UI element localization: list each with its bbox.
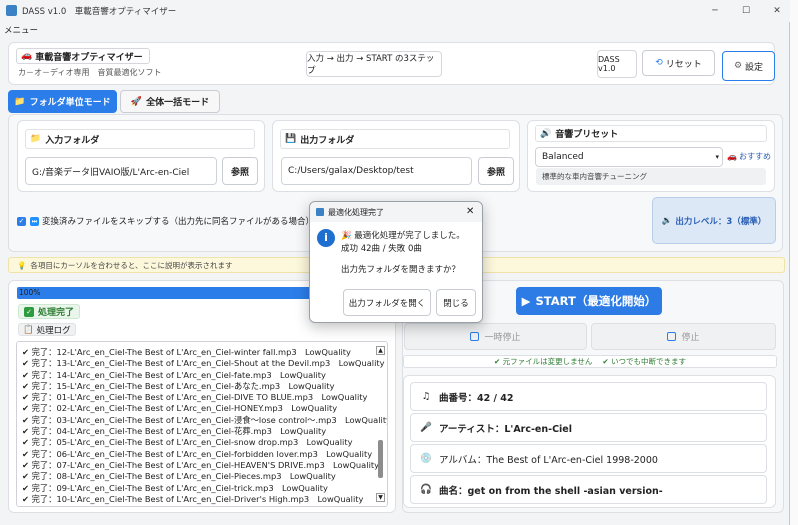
log-label: 📋 処理ログ	[18, 323, 76, 336]
preset-select[interactable]: Balanced ▾	[535, 147, 723, 167]
dialog-app-icon	[316, 208, 324, 216]
log-line: ✔ 完了：01-L'Arc_en_Ciel-The Best of L'Arc_…	[22, 392, 368, 403]
app-subtitle: カ－オ－ディオ専用 音質最適化ソフト	[18, 68, 162, 77]
gear-icon: ⚙	[733, 61, 743, 71]
app-name: 車載音響オプティマイザー	[35, 52, 143, 63]
headphones-icon: 🎧	[420, 484, 432, 495]
log-scrollbar[interactable]: ▲ ▼	[376, 346, 385, 502]
window-title: DASS v1.0 車載音響オプティマイザー	[22, 7, 177, 17]
tab-folder-mode[interactable]: 📁 フォルダ単位モード	[8, 90, 117, 113]
log-line: ✔ 完了：08-L'Arc_en_Ciel-The Best of L'Arc_…	[22, 471, 336, 482]
log-line: ✔ 完了：15-L'Arc_en_Ciel-The Best of L'Arc_…	[22, 380, 335, 391]
dialog-message-3: 出力先フォルダを開きますか？	[341, 265, 461, 275]
menu-bar[interactable]: メニュー	[4, 24, 38, 36]
maximize-icon[interactable]: ☐	[731, 3, 761, 19]
title-bar: DASS v1.0 車載音響オプティマイザー ─ ☐ ✕	[0, 0, 790, 22]
reset-icon: ⟲	[655, 58, 663, 68]
pause-icon	[470, 332, 480, 341]
scroll-up-icon[interactable]: ▲	[376, 346, 385, 355]
check-icon: ✓	[24, 306, 34, 317]
log-line: ✔ 完了：02-L'Arc_en_Ciel-The Best of L'Arc_…	[22, 403, 338, 414]
log-area[interactable]: ✔ 完了：12-L'Arc_en_Ciel-The Best of L'Arc_…	[16, 341, 388, 507]
dialog-message-1: 🎉 最適化処理が完了しました。	[341, 231, 465, 241]
chevron-down-icon: ▾	[715, 153, 719, 161]
steps-label: 入力 → 出力 → START の3ステップ	[306, 51, 442, 77]
log-line: ✔ 完了：07-L'Arc_en_Ciel-The Best of L'Arc_…	[22, 459, 380, 470]
output-level-box[interactable]: 🔉 出力レベル：3（標準）	[652, 197, 776, 244]
log-line: ✔ 完了：03-L'Arc_en_Ciel-The Best of L'Arc_…	[22, 414, 388, 425]
output-folder-field[interactable]: C:/Users/galax/Desktop/test	[281, 157, 472, 185]
open-folder-button[interactable]: 出力フォルダを開く	[343, 289, 431, 316]
volume-icon: 🔉	[661, 215, 673, 226]
info-icon: i	[317, 229, 335, 247]
background-window-edge	[790, 0, 798, 525]
input-browse-button[interactable]: 参照	[222, 157, 258, 185]
status-badge: ✓ 処理完了	[18, 304, 81, 319]
log-icon: 📋	[23, 324, 34, 335]
recommend-link[interactable]: 🚗 おすすめ	[727, 151, 771, 162]
minimize-icon[interactable]: ─	[700, 3, 730, 19]
save-icon: 💾	[285, 134, 297, 144]
close-icon[interactable]: ✕	[762, 3, 792, 19]
scroll-down-icon[interactable]: ▼	[376, 493, 385, 502]
folder-icon: 📁	[30, 134, 42, 144]
log-line: ✔ 完了：06-L'Arc_en_Ciel-The Best of L'Arc_…	[22, 448, 373, 459]
rocket-icon: 🚀	[130, 96, 143, 107]
log-line: ✔ 完了：04-L'Arc_en_Ciel-The Best of L'Arc_…	[22, 426, 327, 437]
skip-checkbox[interactable]: ✓ ⏭ 変換済みファイルをスキップする（出力先に同名ファイルがある場合）	[17, 215, 314, 227]
checkbox-checked-icon: ✓	[17, 216, 26, 226]
pause-button[interactable]: 一時停止	[404, 323, 587, 350]
output-browse-button[interactable]: 参照	[478, 157, 514, 185]
completion-dialog: 最適化処理完了 ✕ i 🎉 最適化処理が完了しました。 成功 42曲 / 失敗 …	[309, 201, 483, 323]
music-note-icon: ♫	[421, 391, 431, 402]
log-line: ✔ 完了：10-L'Arc_en_Ciel-The Best of L'Arc_…	[22, 493, 364, 504]
progress-text: 100%	[19, 288, 41, 297]
log-line: ✔ 完了：05-L'Arc_en_Ciel-The Best of L'Arc_…	[22, 437, 353, 448]
dialog-title-bar: 最適化処理完了	[310, 202, 482, 222]
preset-description: 標準的な車内音響チューニング	[536, 168, 766, 185]
settings-button[interactable]: ⚙ 設定	[722, 51, 775, 81]
disc-icon: 💿	[420, 453, 432, 464]
tab-batch-mode[interactable]: 🚀 全体一括モード	[120, 90, 220, 113]
folder-icon: 📁	[14, 96, 26, 107]
log-line: ✔ 完了：12-L'Arc_en_Ciel-The Best of L'Arc_…	[22, 347, 351, 357]
artist-row: 🎤 アーティスト：L'Arc-en-Ciel	[410, 413, 767, 442]
app-name-box: 🚗 車載音響オプティマイザー	[16, 48, 150, 64]
title-row: 🎧 曲名：get on from the shell -asian versio…	[410, 475, 767, 504]
play-icon: ▶	[521, 294, 531, 308]
version-label: DASS v1.0	[597, 50, 637, 78]
reset-button[interactable]: ⟲ リセット	[642, 50, 715, 76]
notes-bar: ✔ 元ファイルは変更しません ✔ いつでも中断できます	[403, 355, 777, 368]
dialog-close-icon[interactable]: ✕	[466, 206, 474, 217]
log-line: ✔ 完了：09-L'Arc_en_Ciel-The Best of L'Arc_…	[22, 482, 328, 493]
car-icon: 🚗	[21, 51, 33, 61]
log-list: ✔ 完了：12-L'Arc_en_Ciel-The Best of L'Arc_…	[22, 347, 388, 505]
microphone-icon: 🎤	[420, 422, 432, 433]
dialog-close-button[interactable]: 閉じる	[436, 289, 476, 316]
lightbulb-icon: 💡	[17, 260, 27, 270]
app-icon	[6, 5, 17, 16]
track-number-row: ♫ 曲番号：42 / 42	[410, 382, 767, 411]
output-folder-label-box: 💾 出力フォルダ	[280, 129, 510, 149]
log-line: ✔ 完了：14-L'Arc_en_Ciel-The Best of L'Arc_…	[22, 369, 326, 380]
start-button[interactable]: ▶ START（最適化開始）	[516, 287, 662, 315]
input-folder-label-box: 📁 入力フォルダ	[25, 129, 255, 149]
recommend-icon: 🚗	[727, 152, 737, 161]
preset-label-box: 🔊 音響プリセット	[535, 125, 767, 142]
stop-icon	[667, 332, 677, 341]
log-line: ✔ 完了：13-L'Arc_en_Ciel-The Best of L'Arc_…	[22, 358, 385, 369]
note-original: ✔ 元ファイルは変更しません	[493, 357, 593, 366]
skip-icon: ⏭	[30, 216, 39, 226]
album-row: 💿 アルバム：The Best of L'Arc-en-Ciel 1998-20…	[410, 444, 767, 473]
input-folder-field[interactable]: G:/音楽データ旧VAIO版/L'Arc-en-Ciel	[25, 157, 217, 185]
speaker-icon: 🔊	[540, 128, 552, 139]
scroll-thumb[interactable]	[378, 440, 383, 478]
dialog-message-2: 成功 42曲 / 失敗 0曲	[341, 244, 422, 254]
stop-button[interactable]: 停止	[591, 323, 776, 350]
note-interrupt: ✔ いつでも中断できます	[602, 357, 687, 366]
